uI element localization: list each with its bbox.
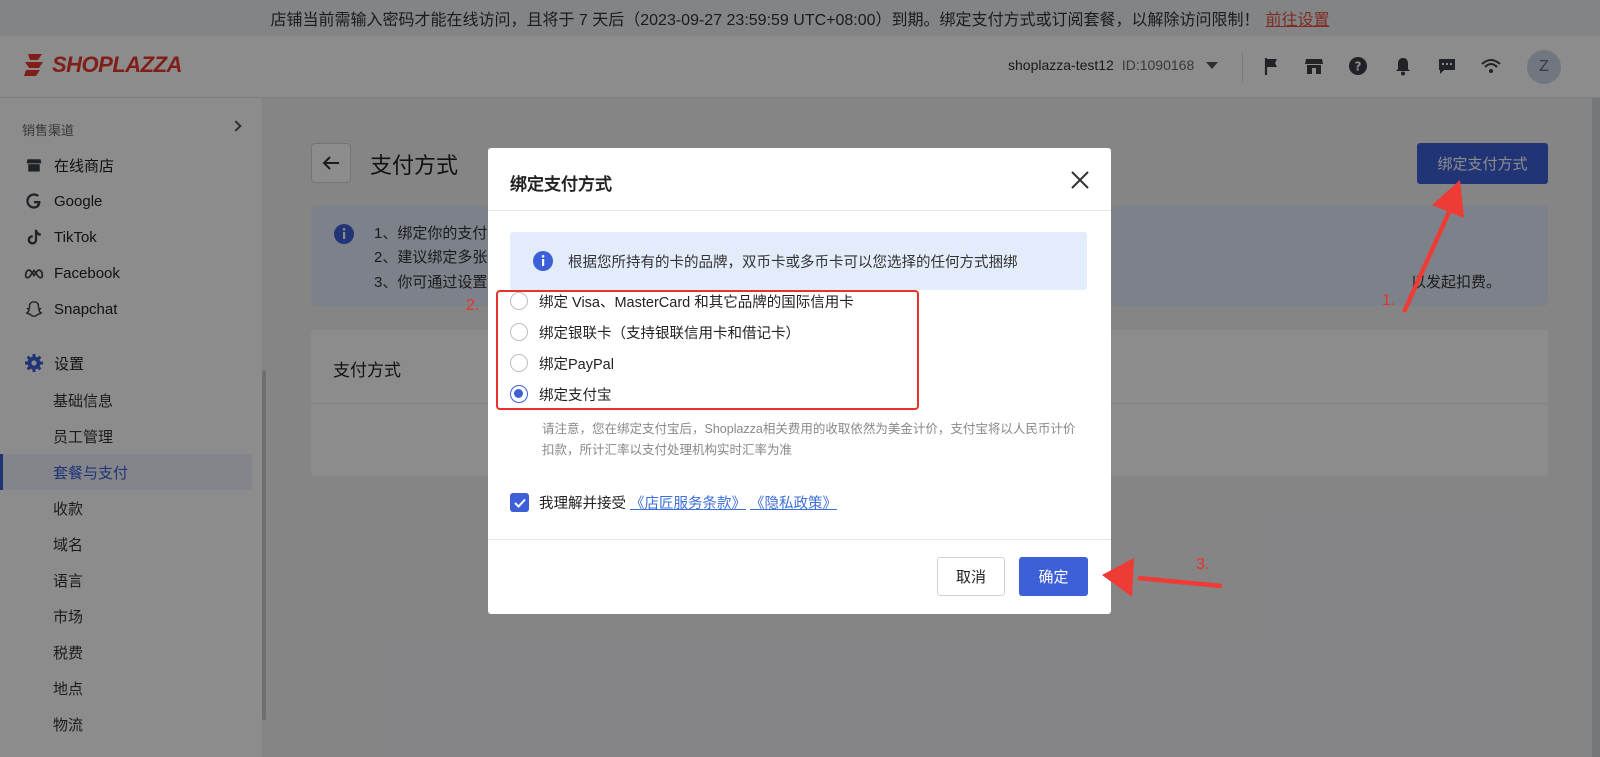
bind-payment-modal: 绑定支付方式 根据您所持有的卡的品牌，双币卡或多币卡可以您选择的任何方式捆绑 绑… <box>488 148 1111 614</box>
annotation-step-2: 2. <box>466 297 480 314</box>
info-icon <box>533 251 553 271</box>
agree-terms[interactable]: 我理解并接受 《店匠服务条款》 《隐私政策》 <box>510 492 837 513</box>
checkbox-checked[interactable] <box>510 493 529 512</box>
modal-info-text: 根据您所持有的卡的品牌，双币卡或多币卡可以您选择的任何方式捆绑 <box>568 254 1018 271</box>
cancel-button[interactable]: 取消 <box>937 557 1005 596</box>
alipay-note: 请注意，您在绑定支付宝后，Shoplazza相关费用的收取依然为美金计价，支付宝… <box>542 422 1076 457</box>
check-icon <box>513 498 526 508</box>
annotation-step-3: 3. <box>1196 556 1210 573</box>
modal-info-box: 根据您所持有的卡的品牌，双币卡或多币卡可以您选择的任何方式捆绑 <box>510 232 1087 290</box>
modal-divider <box>488 210 1111 211</box>
annotation-highlight-box <box>496 290 919 410</box>
terms-link[interactable]: 《店匠服务条款》 <box>630 492 746 513</box>
modal-title: 绑定支付方式 <box>510 175 612 194</box>
privacy-link[interactable]: 《隐私政策》 <box>750 492 837 513</box>
modal-footer-divider <box>488 539 1111 540</box>
confirm-button[interactable]: 确定 <box>1019 557 1088 596</box>
agree-text: 我理解并接受 <box>539 496 626 512</box>
close-icon[interactable] <box>1068 168 1092 192</box>
annotation-step-1: 1. <box>1382 292 1396 309</box>
